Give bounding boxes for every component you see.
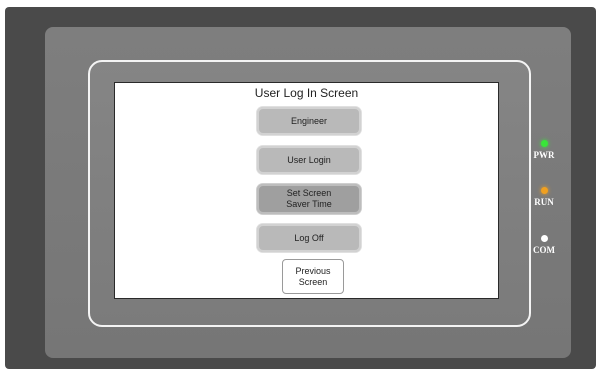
user-login-button-label: User Login bbox=[287, 154, 331, 165]
set-screen-saver-line1: Set Screen bbox=[286, 188, 332, 198]
com-led-icon bbox=[540, 235, 548, 242]
set-screen-saver-line2: Saver Time bbox=[286, 199, 332, 209]
pwr-indicator: PWR bbox=[529, 140, 559, 160]
engineer-button[interactable]: Engineer bbox=[257, 107, 361, 135]
user-login-button[interactable]: User Login bbox=[257, 146, 361, 174]
run-label: RUN bbox=[534, 197, 554, 207]
hmi-screen: User Log In Screen Engineer User Login S… bbox=[114, 82, 499, 299]
hmi-device: User Log In Screen Engineer User Login S… bbox=[5, 7, 596, 369]
pwr-led-icon bbox=[540, 140, 548, 147]
screen-bezel: User Log In Screen Engineer User Login S… bbox=[88, 60, 531, 327]
set-screen-saver-time-button[interactable]: Set Screen Saver Time bbox=[257, 184, 361, 214]
pwr-label: PWR bbox=[533, 150, 555, 160]
com-label: COM bbox=[533, 245, 555, 255]
previous-screen-button[interactable]: Previous Screen bbox=[282, 259, 344, 294]
run-indicator: RUN bbox=[529, 187, 559, 207]
screen-title: User Log In Screen bbox=[254, 86, 359, 100]
log-off-button[interactable]: Log Off bbox=[257, 224, 361, 252]
hmi-front-panel: User Log In Screen Engineer User Login S… bbox=[45, 27, 571, 358]
com-indicator: COM bbox=[529, 235, 559, 255]
run-led-icon bbox=[540, 187, 548, 194]
set-screen-saver-time-label: Set Screen Saver Time bbox=[286, 188, 332, 210]
engineer-button-label: Engineer bbox=[290, 115, 328, 126]
previous-screen-label: Previous Screen bbox=[295, 266, 330, 288]
previous-screen-line1: Previous bbox=[295, 265, 331, 276]
log-off-button-label: Log Off bbox=[294, 232, 324, 243]
previous-screen-line2: Screen bbox=[298, 276, 328, 287]
